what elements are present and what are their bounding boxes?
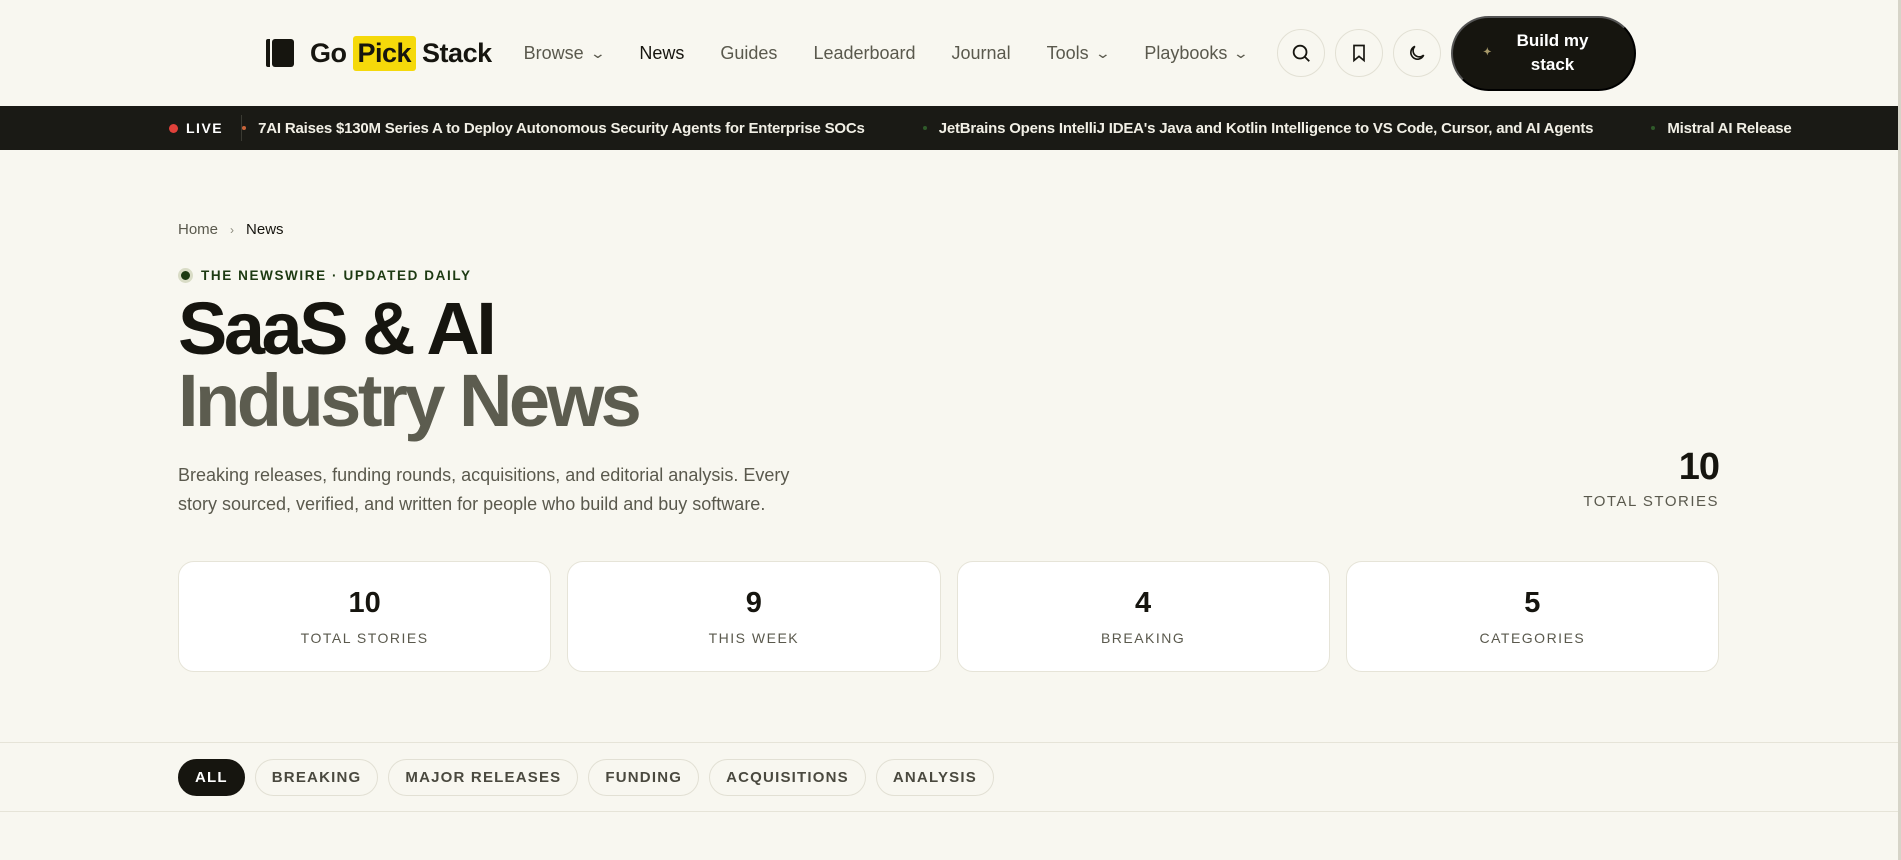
nav-item-playbooks[interactable]: Playbooks ⌄ <box>1144 43 1250 64</box>
live-dot-icon <box>169 123 178 133</box>
breadcrumb-home[interactable]: Home <box>178 221 218 238</box>
build-my-stack-button[interactable]: ✦ Build my stack <box>1451 15 1637 91</box>
breadcrumb-current: News <box>246 221 284 238</box>
filter-bar: ALL BREAKING MAJOR RELEASES FUNDING ACQU… <box>0 742 1901 812</box>
site-header: Go Pick Stack Browse ⌄ News Guides Leade… <box>0 0 1901 106</box>
page-title-line-2: Industry News <box>178 359 642 442</box>
chevron-down-icon: ⌄ <box>1233 44 1250 61</box>
status-dot-icon <box>178 268 193 283</box>
sparkle-icon: ✦ <box>1483 47 1492 58</box>
news-ticker: LIVE 7AI Raises $130M Series A to Deploy… <box>0 106 1901 150</box>
filter-chip-major-releases[interactable]: MAJOR RELEASES <box>388 758 579 796</box>
bullet-icon <box>1651 126 1656 130</box>
logo-text: Go Pick Stack <box>310 35 492 71</box>
logo-pick: Pick <box>352 35 417 71</box>
chevron-down-icon: ⌄ <box>1094 44 1111 61</box>
filter-chip-acquisitions[interactable]: ACQUISITIONS <box>709 758 866 796</box>
header-actions <box>1277 29 1442 77</box>
logo-mark-icon <box>266 39 294 67</box>
search-icon <box>1292 44 1311 62</box>
breadcrumb: Home › News <box>178 221 1719 238</box>
ticker-item[interactable]: Mistral AI Release <box>1651 120 1792 137</box>
filter-chip-breaking[interactable]: BREAKING <box>254 758 379 796</box>
chevron-right-icon: › <box>230 222 235 237</box>
page-title: SaaS & AI Industry News <box>178 287 1719 442</box>
stat-card-this-week: 9 THIS WEEK <box>567 561 941 672</box>
stat-card-total-stories: 10 TOTAL STORIES <box>178 561 552 672</box>
bookmark-icon <box>1353 44 1365 63</box>
nav-item-guides[interactable]: Guides <box>720 43 777 64</box>
filter-chip-funding[interactable]: FUNDING <box>588 758 700 796</box>
stat-card-categories: 5 CATEGORIES <box>1345 561 1719 672</box>
bookmark-button[interactable] <box>1335 29 1384 77</box>
stat-card-breaking: 4 BREAKING <box>956 561 1330 672</box>
theme-toggle-button[interactable] <box>1393 29 1442 77</box>
nav-item-tools[interactable]: Tools ⌄ <box>1047 43 1111 64</box>
filter-chip-all[interactable]: ALL <box>178 758 245 796</box>
total-stories-counter: 10 TOTAL STORIES <box>1583 446 1720 510</box>
nav-item-browse[interactable]: Browse ⌄ <box>524 43 606 64</box>
bullet-icon <box>922 126 927 130</box>
page-subtitle: Breaking releases, funding rounds, acqui… <box>178 465 790 514</box>
nav-item-news[interactable]: News <box>639 43 684 64</box>
main-nav: Browse ⌄ News Guides Leaderboard Journal… <box>524 43 1284 64</box>
search-button[interactable] <box>1277 29 1326 77</box>
ticker-item[interactable]: JetBrains Opens IntelliJ IDEA's Java and… <box>922 120 1594 137</box>
ticker-item[interactable]: 7AI Raises $130M Series A to Deploy Auto… <box>242 120 865 137</box>
section-kicker: THE NEWSWIRE · UPDATED DAILY <box>178 268 1719 283</box>
logo-go: Go <box>310 37 347 68</box>
filter-chip-analysis[interactable]: ANALYSIS <box>875 758 994 796</box>
stats-grid: 10 TOTAL STORIES 9 THIS WEEK 4 BREAKING … <box>178 561 1719 672</box>
logo[interactable]: Go Pick Stack <box>266 35 492 71</box>
bullet-icon <box>242 126 247 130</box>
moon-icon <box>1410 45 1425 60</box>
page-title-line-1: SaaS & AI <box>178 287 497 370</box>
live-badge: LIVE <box>0 115 243 141</box>
chevron-down-icon: ⌄ <box>589 44 606 61</box>
nav-item-leaderboard[interactable]: Leaderboard <box>813 43 915 64</box>
logo-stack: Stack <box>422 37 492 68</box>
nav-item-journal[interactable]: Journal <box>952 43 1011 64</box>
